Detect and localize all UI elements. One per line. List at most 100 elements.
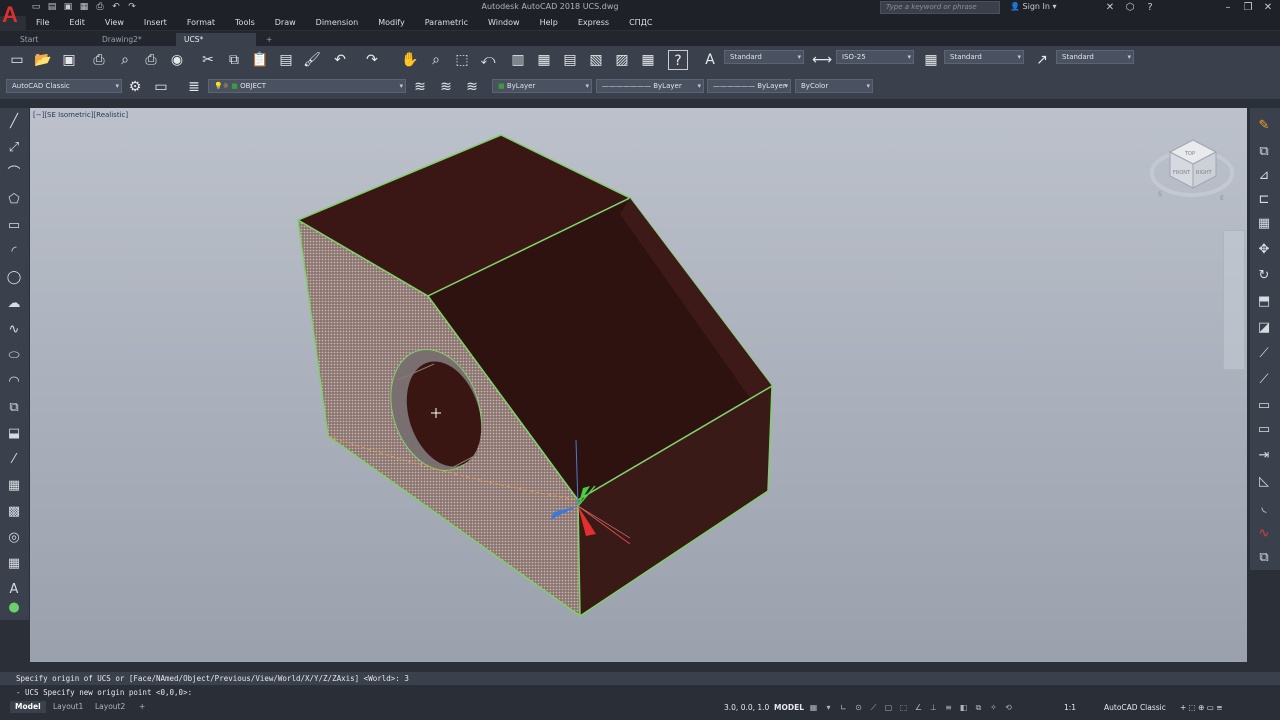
mirror-icon[interactable]: ⊿ — [1254, 166, 1274, 186]
open-folder-icon[interactable]: 📂 — [33, 50, 53, 70]
make-object-layer-current-icon[interactable]: ≋ — [410, 77, 430, 97]
make-block-icon[interactable]: ⬓ — [4, 424, 24, 444]
hatch-icon[interactable]: ▦ — [4, 476, 24, 496]
copy-object-icon[interactable]: ⧉ — [1254, 142, 1274, 162]
plot-preview-icon[interactable]: ⌕ — [115, 50, 135, 70]
point-icon[interactable]: ⁄ — [4, 450, 24, 470]
menu-window[interactable]: Window — [478, 16, 530, 30]
menu-modify[interactable]: Modify — [368, 16, 415, 30]
save-disk-icon[interactable]: ▣ — [59, 50, 79, 70]
zoom-window-icon[interactable]: ⬚ — [452, 50, 472, 70]
autocad-logo-icon[interactable]: A — [2, 1, 24, 31]
color-select[interactable]: ■ ByLayer — [492, 79, 592, 93]
redo-icon[interactable]: ↷ — [126, 1, 138, 13]
table-style-select[interactable]: Standard — [944, 50, 1024, 64]
linetype-select[interactable]: ——————— ByLayer — [596, 79, 704, 93]
gradient-icon[interactable]: ▩ — [4, 502, 24, 522]
menu-express[interactable]: Express — [568, 16, 619, 30]
sign-in-link[interactable]: 👤 Sign In ▾ — [1010, 2, 1057, 11]
break-icon[interactable]: ▭ — [1254, 420, 1274, 440]
construction-line-icon[interactable]: ⤢ — [4, 138, 24, 158]
tab-layout1[interactable]: Layout1 — [48, 701, 88, 713]
stretch-icon[interactable]: ◪ — [1254, 318, 1274, 338]
menu-edit[interactable]: Edit — [59, 16, 95, 30]
grid-icon[interactable]: ▦ — [808, 701, 819, 714]
chamfer-icon[interactable]: ◺ — [1254, 472, 1274, 492]
add-layout-button[interactable]: + — [134, 701, 150, 713]
tab-start[interactable]: Start — [12, 33, 92, 46]
lineweight-icon[interactable]: ≡ — [943, 701, 954, 714]
multileader-style-select[interactable]: Standard — [1056, 50, 1134, 64]
polyline-icon[interactable]: ⌒ — [4, 164, 24, 184]
array-icon[interactable]: ▦ — [1254, 214, 1274, 234]
command-input[interactable]: - UCS Specify new origin point <0,0,0>: — [0, 686, 1280, 699]
circle-icon[interactable]: ◯ — [4, 268, 24, 288]
fillet-icon[interactable]: ◟ — [1254, 498, 1274, 518]
menu-spds[interactable]: СПДС — [619, 16, 662, 30]
osnap-icon[interactable]: ▢ — [883, 701, 894, 714]
ellipse-icon[interactable]: ⬭ — [4, 346, 24, 366]
publish-icon[interactable]: ⎙ — [141, 50, 161, 70]
properties-icon[interactable]: ▥ — [508, 50, 528, 70]
exchange-icon[interactable]: ✕ — [1100, 0, 1120, 16]
menu-draw[interactable]: Draw — [265, 16, 306, 30]
layer-properties-icon[interactable]: ≣ — [184, 77, 204, 97]
help-icon[interactable]: ? — [1140, 0, 1160, 16]
explode-icon[interactable]: ⧉ — [1254, 548, 1274, 568]
cut-icon[interactable]: ✂ — [198, 50, 218, 70]
region-icon[interactable]: ◎ — [4, 528, 24, 548]
workspace-switch[interactable]: AutoCAD Classic — [1104, 701, 1166, 714]
undo-icon[interactable]: ↶ — [110, 1, 122, 13]
undo-arrow-icon[interactable]: ↶ — [330, 50, 350, 70]
table-style-icon[interactable]: ▦ — [921, 50, 941, 70]
3dosnap-icon[interactable]: ⬚ — [898, 701, 909, 714]
minimize-icon[interactable]: – — [1218, 0, 1238, 16]
layer-previous-icon[interactable]: ≋ — [436, 77, 456, 97]
layer-select[interactable]: 💡☼ ■ OBJECT — [208, 79, 406, 93]
qnew-icon[interactable]: ▭ — [7, 50, 27, 70]
save-icon[interactable]: ▣ — [62, 1, 74, 13]
menu-insert[interactable]: Insert — [134, 16, 177, 30]
menu-dimension[interactable]: Dimension — [306, 16, 369, 30]
trim-icon[interactable]: ⟋ — [1254, 344, 1274, 364]
search-input[interactable]: Type a keyword or phrase — [880, 1, 1000, 14]
open-icon[interactable]: ▤ — [46, 1, 58, 13]
autoscale-icon[interactable]: ⟲ — [1003, 701, 1014, 714]
pan-icon[interactable]: ✋ — [400, 50, 420, 70]
rotate-icon[interactable]: ↻ — [1254, 266, 1274, 286]
menu-tools[interactable]: Tools — [225, 16, 265, 30]
arc-icon[interactable]: ◜ — [4, 242, 24, 262]
scale-icon[interactable]: ⬒ — [1254, 292, 1274, 312]
tab-drawing2[interactable]: Drawing2* — [94, 33, 174, 46]
dim-style-select[interactable]: ISO-25 — [836, 50, 914, 64]
offset-icon[interactable]: ⊏ — [1254, 190, 1274, 210]
selection-cycling-icon[interactable]: ⧉ — [973, 701, 984, 714]
annotation-visibility-icon[interactable]: ✧ — [988, 701, 999, 714]
blend-curves-icon[interactable]: ∿ — [1254, 524, 1274, 544]
rectangle-icon[interactable]: ▭ — [4, 216, 24, 236]
close-icon[interactable]: ✕ — [1258, 0, 1278, 16]
autodesk-a360-icon[interactable]: ⬡ — [1120, 0, 1140, 16]
print-icon[interactable]: ⎙ — [94, 1, 106, 13]
multiline-text-icon[interactable]: A — [4, 580, 24, 600]
zoom-previous-icon[interactable]: ⤺ — [478, 50, 498, 70]
tab-layout2[interactable]: Layout2 — [90, 701, 130, 713]
insert-block-icon[interactable]: ⧉ — [4, 398, 24, 418]
workspace-lock-icon[interactable]: ▭ — [151, 77, 171, 97]
multileader-style-icon[interactable]: ↗ — [1032, 50, 1052, 70]
plot-icon[interactable]: ⎙ — [89, 50, 109, 70]
3d-dwf-icon[interactable]: ◉ — [167, 50, 187, 70]
ducs-icon[interactable]: ⊥ — [928, 701, 939, 714]
menu-format[interactable]: Format — [177, 16, 225, 30]
transparency-icon[interactable]: ◧ — [958, 701, 969, 714]
sheet-set-icon[interactable]: ▧ — [586, 50, 606, 70]
restore-icon[interactable]: ❐ — [1238, 0, 1258, 16]
markup-icon[interactable]: ▨ — [612, 50, 632, 70]
revision-cloud-icon[interactable]: ☁ — [4, 294, 24, 314]
menu-view[interactable]: View — [95, 16, 134, 30]
paste-icon[interactable]: 📋 — [250, 50, 270, 70]
join-icon[interactable]: ⇥ — [1254, 446, 1274, 466]
model-space-button[interactable]: MODEL — [774, 701, 804, 714]
spline-icon[interactable]: ∿ — [4, 320, 24, 340]
navigation-bar[interactable] — [1223, 230, 1245, 370]
